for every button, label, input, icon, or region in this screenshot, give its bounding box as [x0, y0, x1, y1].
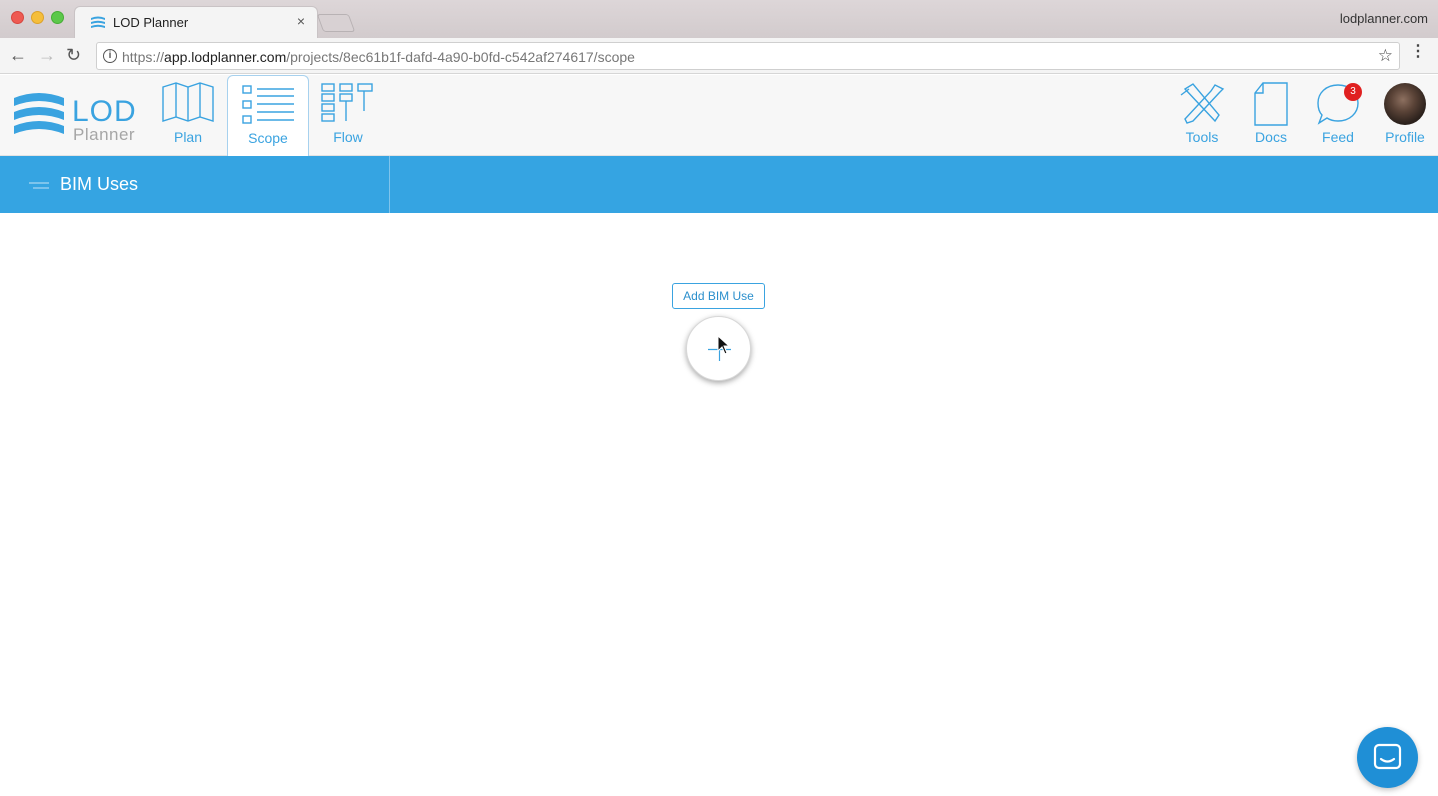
- forward-arrow-icon[interactable]: →: [38, 45, 56, 66]
- logo-stack-icon: [14, 93, 64, 134]
- nav-scope[interactable]: Scope: [227, 75, 309, 156]
- reload-icon[interactable]: ↻: [66, 45, 81, 66]
- section-divider: [389, 156, 390, 213]
- chat-launcher-icon: [1373, 743, 1402, 770]
- feed-notification-badge: 3: [1344, 83, 1362, 101]
- avatar: [1384, 83, 1426, 125]
- map-icon: [162, 82, 214, 122]
- page: LOD Planner × lodplanner.com ← → ↻ i htt…: [0, 0, 1438, 796]
- browser-tab[interactable]: LOD Planner ×: [74, 6, 318, 38]
- browser-toolbar: ← → ↻ i https://app.lodplanner.com/proje…: [0, 38, 1438, 74]
- collapse-lines-icon[interactable]: [29, 182, 49, 190]
- window-minimize-button[interactable]: [31, 11, 44, 24]
- nav-profile[interactable]: Profile: [1365, 75, 1438, 156]
- nav-tools-label: Tools: [1185, 129, 1219, 145]
- browser-profile-label: lodplanner.com: [1339, 11, 1428, 26]
- url-host: app.lodplanner.com: [164, 49, 287, 65]
- section-title: BIM Uses: [60, 174, 139, 194]
- mouse-cursor-icon: [717, 335, 731, 355]
- support-chat-launcher[interactable]: [1357, 727, 1418, 788]
- document-icon: [1254, 82, 1288, 126]
- logo-secondary-text: Planner: [73, 125, 136, 144]
- nav-scope-label: Scope: [248, 130, 288, 146]
- logo-primary-text: LOD: [72, 95, 137, 128]
- site-info-icon[interactable]: i: [103, 49, 117, 63]
- nav-flow[interactable]: Flow: [308, 75, 388, 156]
- flow-diagram-icon: [321, 83, 373, 122]
- new-tab-button[interactable]: [316, 14, 356, 32]
- browser-menu-icon[interactable]: ⋮: [1410, 44, 1426, 60]
- window-zoom-button[interactable]: [51, 11, 64, 24]
- browser-tab-bar: LOD Planner × lodplanner.com: [0, 0, 1438, 38]
- address-bar[interactable]: i https://app.lodplanner.com/projects/8e…: [96, 42, 1400, 70]
- app-header: LOD Planner Plan Scope Flow Tools Docs 3…: [0, 75, 1438, 156]
- section-header-bar: BIM Uses: [0, 156, 1438, 213]
- bookmark-star-icon[interactable]: ☆: [1378, 46, 1393, 66]
- nav-plan-label: Plan: [173, 129, 203, 145]
- tab-close-icon[interactable]: ×: [297, 13, 305, 29]
- browser-tab-title: LOD Planner: [113, 15, 189, 30]
- window-close-button[interactable]: [11, 11, 24, 24]
- url-path: /projects/8ec61b1f-dafd-4a90-b0fd-c542af…: [286, 49, 635, 65]
- url-text: https://app.lodplanner.com/projects/8ec6…: [122, 49, 635, 65]
- url-scheme: https://: [122, 49, 165, 65]
- add-bim-use-button[interactable]: Add BIM Use: [672, 283, 765, 309]
- nav-flow-label: Flow: [333, 129, 363, 145]
- checklist-icon: [242, 85, 294, 124]
- nav-plan[interactable]: Plan: [148, 75, 228, 156]
- lod-planner-logo[interactable]: LOD Planner: [12, 89, 142, 145]
- nav-tools[interactable]: Tools: [1162, 75, 1242, 156]
- tools-icon: [1180, 83, 1225, 124]
- nav-profile-label: Profile: [1385, 129, 1425, 145]
- back-arrow-icon[interactable]: ←: [9, 45, 27, 66]
- lod-favicon-icon: [91, 16, 105, 28]
